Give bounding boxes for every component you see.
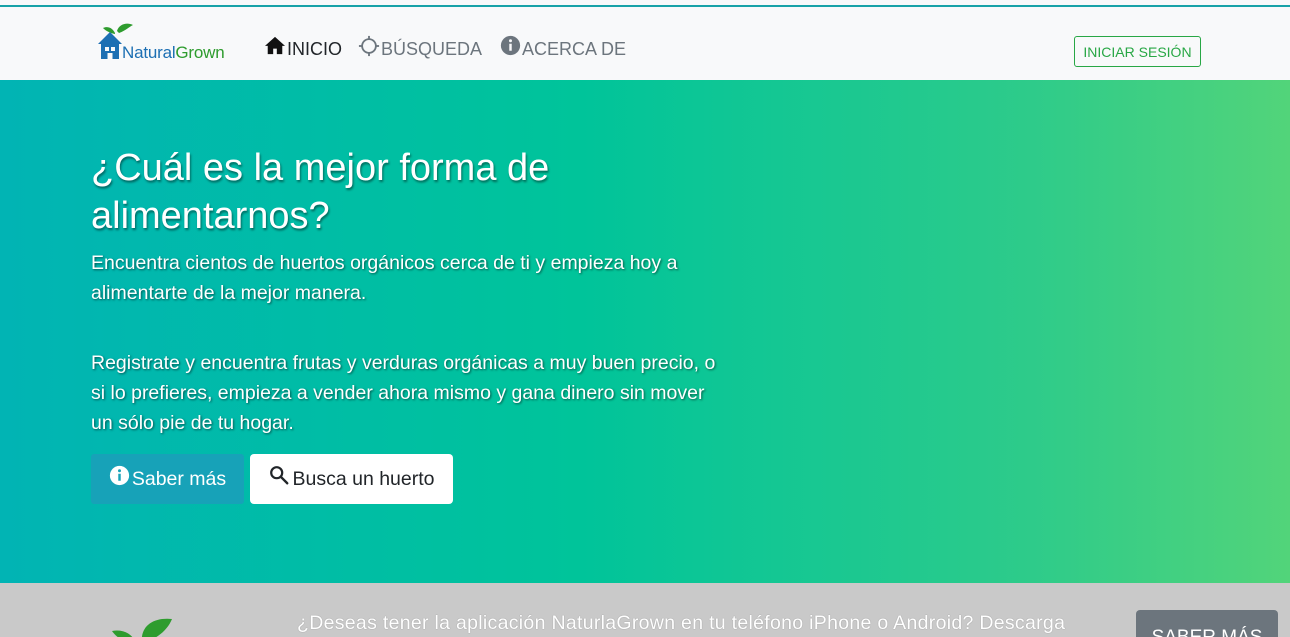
app-download-banner: ¿Deseas tener la aplicación NaturlaGrown…	[0, 583, 1290, 637]
busca-huerto-button[interactable]: Busca un huerto	[250, 454, 453, 504]
nav-acerca-de-label: ACERCA DE	[522, 39, 627, 59]
nav-busqueda-label: BÚSQUEDA	[381, 39, 483, 59]
hero-paragraph-2: Registrate y encuentra frutas y verduras…	[91, 352, 716, 434]
crosshair-icon	[358, 35, 380, 57]
busca-huerto-label: Busca un huerto	[292, 467, 435, 490]
nav-inicio[interactable]: INICIO	[264, 35, 342, 65]
nav-acerca-de[interactable]: ACERCA DE	[500, 35, 626, 65]
logo-wordmark: NaturalGrown	[122, 43, 225, 62]
info-icon	[109, 465, 129, 485]
search-icon	[270, 466, 289, 485]
hero-title: ¿Cuál es la mejor forma de alimentarnos?	[91, 147, 550, 237]
nav-busqueda[interactable]: BÚSQUEDA	[358, 35, 482, 65]
info-icon	[500, 35, 521, 56]
leaf-icon	[112, 618, 172, 637]
saber-mas-button[interactable]: Saber más	[91, 454, 244, 504]
home-icon	[265, 36, 285, 55]
login-button[interactable]: INICIAR SESIÓN	[1074, 36, 1201, 67]
saber-mas-app-button[interactable]: SABER MÁS	[1136, 610, 1278, 637]
saber-mas-label: Saber más	[131, 467, 227, 490]
naturalgrown-logo[interactable]: NaturalGrown	[97, 23, 237, 63]
navbar: NaturalGrown INICIO BÚSQUEDA ACERCA DE I…	[0, 7, 1290, 80]
hero-paragraph-1: Encuentra cientos de huertos orgánicos c…	[91, 252, 678, 304]
hero-section: ¿Cuál es la mejor forma de alimentarnos?…	[0, 80, 1290, 583]
nav-inicio-label: INICIO	[287, 39, 343, 59]
app-banner-text: ¿Deseas tener la aplicación NaturlaGrown…	[297, 612, 1066, 634]
